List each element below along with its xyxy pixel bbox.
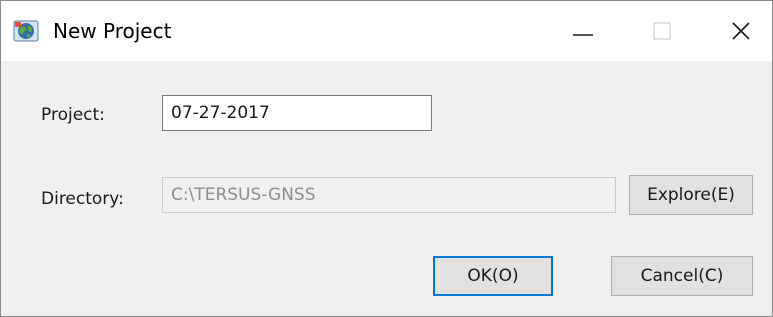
minimize-button[interactable]: [557, 7, 609, 55]
ok-button[interactable]: OK(O): [433, 256, 553, 296]
directory-input: [162, 177, 616, 213]
title-bar[interactable]: New Project: [1, 1, 772, 61]
globe-app-icon: [13, 20, 39, 42]
close-button[interactable]: [714, 7, 766, 55]
new-project-dialog: New Project Project: Directory: Explore(…: [0, 0, 773, 317]
project-name-input[interactable]: [162, 95, 432, 131]
minimize-icon: [573, 34, 593, 36]
cancel-button[interactable]: Cancel(C): [611, 256, 753, 296]
maximize-button[interactable]: [642, 7, 694, 55]
window-title: New Project: [53, 19, 172, 43]
directory-label: Directory:: [41, 189, 124, 209]
explore-button[interactable]: Explore(E): [629, 175, 753, 215]
project-label: Project:: [41, 105, 105, 125]
maximize-icon: [653, 22, 671, 40]
close-icon: [732, 22, 750, 40]
